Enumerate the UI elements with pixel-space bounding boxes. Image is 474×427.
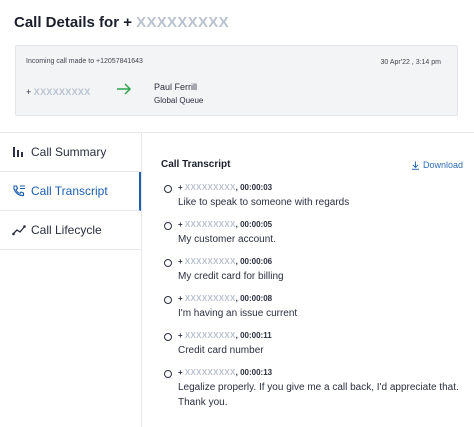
tab-call-transcript-label: Call Transcript — [31, 184, 108, 198]
entry-text: My customer account. — [178, 234, 276, 245]
entry-masked-number: XXXXXXXXX — [184, 294, 236, 303]
page-title: Call Details for + XXXXXXXXX — [14, 14, 229, 31]
entry-plus: + — [178, 294, 183, 303]
entry-masked-number: XXXXXXXXX — [184, 368, 236, 377]
entry-text: I'm having an issue current — [178, 308, 298, 319]
sidebar-divider — [141, 133, 142, 427]
download-button[interactable]: Download — [411, 160, 463, 170]
entry-time: , 00:00:08 — [235, 294, 273, 303]
entry-time: , 00:00:11 — [235, 331, 272, 340]
entry-text: My credit card for billing — [178, 271, 284, 282]
entry-meta: + XXXXXXXXX, 00:00:06 — [178, 257, 272, 266]
timeline-dot — [164, 185, 172, 193]
transcript-title: Call Transcript — [161, 159, 231, 170]
phone-transcript-icon — [13, 185, 25, 197]
agent-name: Paul Ferrill — [154, 82, 198, 92]
entry-masked-number: XXXXXXXXX — [184, 220, 236, 229]
arrow-right-icon — [117, 83, 132, 95]
tab-call-lifecycle[interactable]: Call Lifecycle — [0, 211, 141, 250]
caller-number: + XXXXXXXXX — [26, 87, 91, 97]
entry-meta: + XXXXXXXXX, 00:00:11 — [178, 331, 272, 340]
download-icon — [412, 161, 419, 170]
caller-plus: + — [26, 87, 32, 97]
entry-plus: + — [178, 368, 183, 377]
entry-plus: + — [178, 331, 183, 340]
entry-masked-number: XXXXXXXXX — [184, 331, 236, 340]
call-info-card: Incoming call made to +12057841643 30 Ap… — [15, 45, 458, 116]
entry-meta: + XXXXXXXXX, 00:00:13 — [178, 368, 272, 377]
entry-masked-number: XXXXXXXXX — [184, 257, 236, 266]
entry-text: Like to speak to someone with regards — [178, 197, 350, 208]
call-datetime: 30 Apr'22 , 3:14 pm — [380, 59, 442, 66]
entry-time: , 00:00:13 — [235, 368, 273, 377]
entry-plus: + — [178, 257, 183, 266]
tab-call-transcript[interactable]: Call Transcript — [0, 172, 141, 211]
agent-queue: Global Queue — [154, 96, 204, 105]
entry-time: , 00:00:03 — [235, 183, 273, 192]
tab-call-lifecycle-label: Call Lifecycle — [31, 223, 102, 237]
caller-masked-number: XXXXXXXXX — [33, 87, 91, 97]
entry-meta: + XXXXXXXXX, 00:00:05 — [178, 220, 272, 229]
lifecycle-icon — [12, 225, 26, 236]
timeline-dot — [164, 333, 172, 341]
entry-plus: + — [178, 220, 183, 229]
entry-plus: + — [178, 183, 183, 192]
tab-call-summary-label: Call Summary — [31, 145, 107, 159]
tab-call-summary[interactable]: Call Summary — [0, 133, 141, 172]
entry-time: , 00:00:05 — [235, 220, 273, 229]
page-title-prefix: Call Details for — [14, 14, 120, 31]
timeline-dot — [164, 222, 172, 230]
bar-chart-icon — [13, 147, 23, 157]
page-title-plus: + — [123, 14, 132, 31]
entry-text: Credit card number — [178, 345, 264, 356]
timeline-dot — [164, 259, 172, 267]
masked-phone-number: XXXXXXXXX — [136, 14, 229, 31]
entry-meta: + XXXXXXXXX, 00:00:08 — [178, 294, 272, 303]
entry-meta: + XXXXXXXXX, 00:00:03 — [178, 183, 272, 192]
timeline-dot — [164, 370, 172, 378]
entry-text: Legalize properly. If you give me a call… — [178, 382, 459, 408]
entry-masked-number: XXXXXXXXX — [184, 183, 236, 192]
download-label: Download — [423, 160, 464, 170]
incoming-call-label: Incoming call made to +12057841643 — [26, 58, 143, 65]
entry-time: , 00:00:06 — [235, 257, 273, 266]
timeline-dot — [164, 296, 172, 304]
